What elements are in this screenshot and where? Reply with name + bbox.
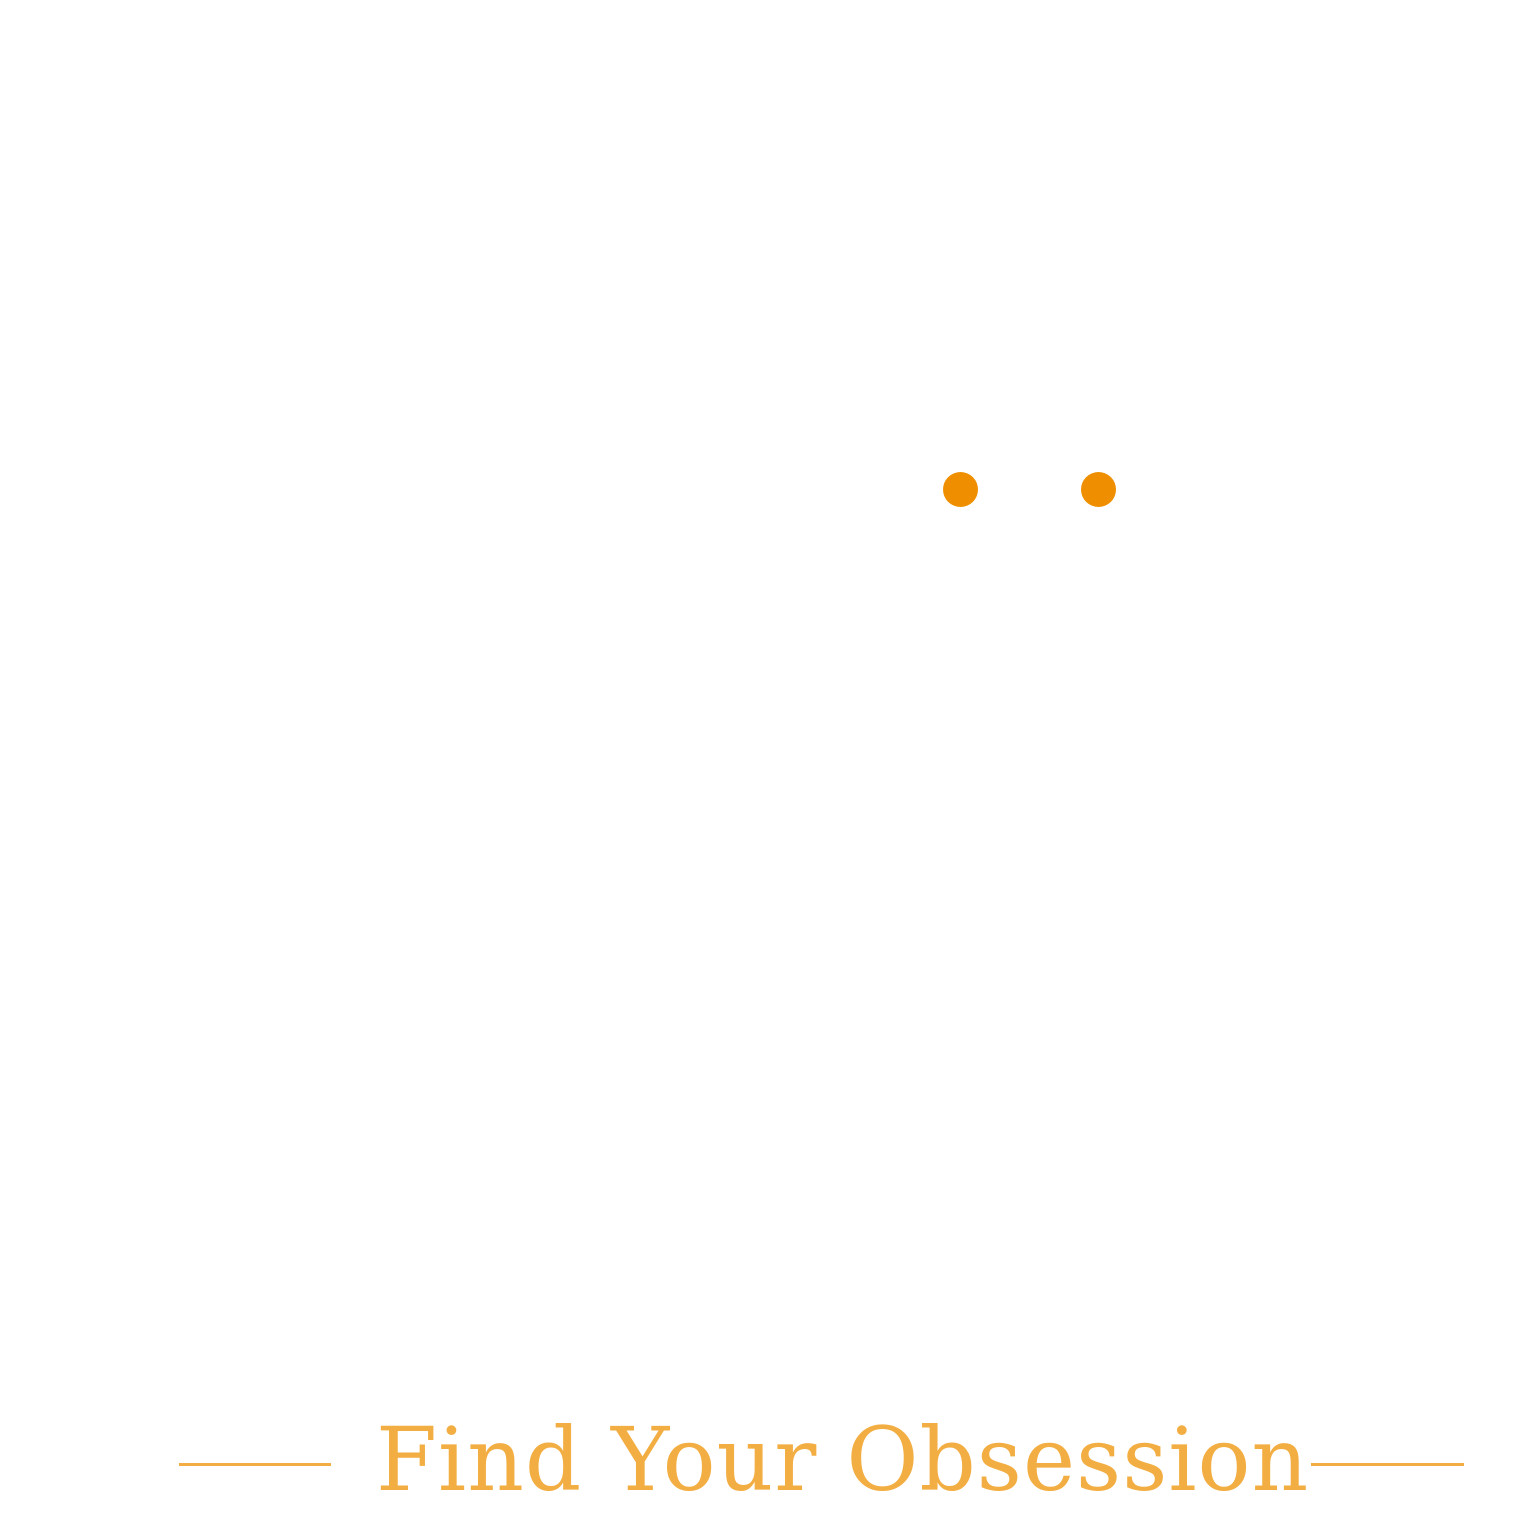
orange-dot-left: [943, 472, 978, 507]
decorative-rule-left: [179, 1463, 331, 1466]
decorative-rule-right: [1311, 1463, 1464, 1466]
tagline-row: Find Your Obsession: [0, 1405, 1524, 1515]
orange-dot-right: [1081, 472, 1116, 507]
tagline-text: Find Your Obsession: [376, 1408, 1310, 1511]
